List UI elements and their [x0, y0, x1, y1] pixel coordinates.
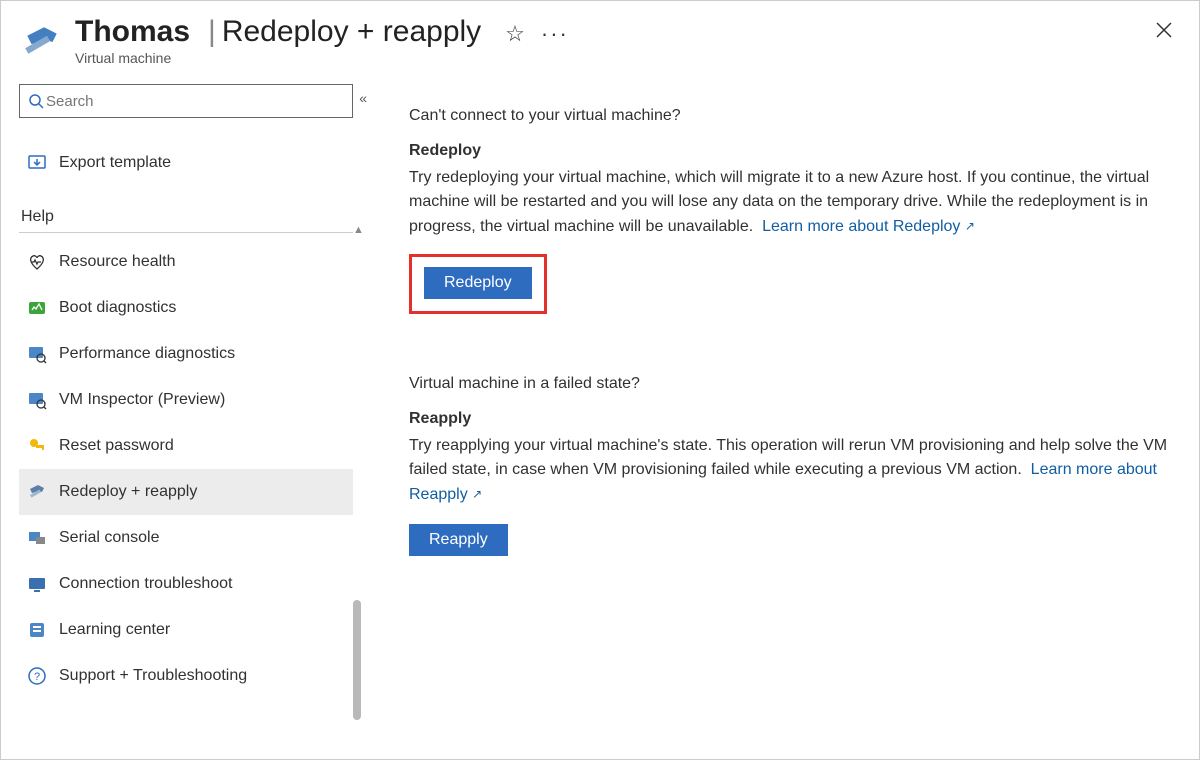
sidebar-item-label: Redeploy + reapply: [59, 483, 197, 501]
external-link-icon: ↗: [965, 219, 975, 233]
redeploy-heading: Redeploy: [409, 139, 1171, 164]
favorite-star-icon[interactable]: ☆: [505, 21, 525, 47]
search-input[interactable]: [44, 92, 344, 111]
external-link-icon: ↗: [472, 487, 482, 501]
scroll-up-arrow-icon[interactable]: ▲: [353, 224, 364, 236]
hammer-small-icon: [27, 482, 47, 502]
sidebar-item-redeploy-reapply[interactable]: Redeploy + reapply: [19, 469, 353, 515]
sidebar-scrollbar[interactable]: ▲: [351, 224, 363, 750]
reapply-paragraph: Try reapplying your virtual machine's st…: [409, 434, 1171, 508]
sidebar-item-label: Connection troubleshoot: [59, 575, 232, 593]
sidebar-item-label: VM Inspector (Preview): [59, 391, 225, 409]
sidebar-item-serial-console[interactable]: Serial console: [19, 515, 353, 561]
book-icon: [27, 620, 47, 640]
sidebar-item-reset-password[interactable]: Reset password: [19, 423, 353, 469]
reapply-button[interactable]: Reapply: [409, 524, 508, 556]
sidebar-item-label: Boot diagnostics: [59, 299, 176, 317]
sidebar-item-connection-troubleshoot[interactable]: Connection troubleshoot: [19, 561, 353, 607]
sidebar-item-label: Performance diagnostics: [59, 345, 235, 363]
sidebar-item-label: Export template: [59, 154, 171, 172]
collapse-sidebar-icon[interactable]: «: [359, 90, 367, 106]
redeploy-button[interactable]: Redeploy: [424, 267, 532, 299]
close-button[interactable]: [1153, 19, 1175, 41]
sidebar-item-label: Learning center: [59, 621, 170, 639]
serial-console-icon: [27, 528, 47, 548]
sidebar-section-help: Help: [21, 208, 353, 226]
reapply-question: Virtual machine in a failed state?: [409, 372, 1171, 397]
vm-name: Thomas: [75, 15, 190, 48]
content-pane: Can't connect to your virtual machine? R…: [361, 74, 1199, 760]
boot-diagnostics-icon: [27, 298, 47, 318]
vm-inspector-icon: [27, 390, 47, 410]
sidebar-item-support-troubleshooting[interactable]: ? Support + Troubleshooting: [19, 653, 353, 699]
redeploy-paragraph: Try redeploying your virtual machine, wh…: [409, 166, 1171, 240]
title-separator: |: [208, 15, 216, 49]
help-circle-icon: ?: [27, 666, 47, 686]
blade-header: Thomas Virtual machine | Redeploy + reap…: [1, 1, 1199, 74]
redeploy-learn-more-link[interactable]: Learn more about Redeploy ↗: [762, 218, 975, 235]
export-template-icon: [27, 153, 47, 173]
heart-pulse-icon: [27, 252, 47, 272]
more-ellipsis-icon[interactable]: ···: [541, 21, 569, 47]
svg-text:?: ?: [34, 671, 40, 683]
search-input-wrap[interactable]: [19, 84, 353, 118]
redeploy-question: Can't connect to your virtual machine?: [409, 104, 1171, 129]
sidebar-item-performance-diagnostics[interactable]: Performance diagnostics: [19, 331, 353, 377]
scroll-thumb[interactable]: [353, 600, 361, 720]
vm-type: Virtual machine: [75, 50, 190, 66]
sidebar-item-label: Serial console: [59, 529, 160, 547]
hammer-icon: [21, 21, 63, 63]
sidebar-item-learning-center[interactable]: Learning center: [19, 607, 353, 653]
search-icon: [28, 93, 44, 109]
sidebar-item-vm-inspector[interactable]: VM Inspector (Preview): [19, 377, 353, 423]
sidebar: « Export template Help Resource health B…: [1, 74, 361, 760]
redeploy-highlight-box: Redeploy: [409, 254, 547, 314]
performance-diagnostics-icon: [27, 344, 47, 364]
key-icon: [27, 436, 47, 456]
sidebar-item-boot-diagnostics[interactable]: Boot diagnostics: [19, 285, 353, 331]
sidebar-item-label: Reset password: [59, 437, 174, 455]
sidebar-item-label: Resource health: [59, 253, 176, 271]
sidebar-item-export-template[interactable]: Export template: [19, 140, 353, 186]
divider: [19, 232, 353, 233]
sidebar-item-label: Support + Troubleshooting: [59, 667, 247, 685]
reapply-heading: Reapply: [409, 407, 1171, 432]
page-title: Redeploy + reapply: [222, 15, 481, 49]
connection-troubleshoot-icon: [27, 574, 47, 594]
sidebar-item-resource-health[interactable]: Resource health: [19, 239, 353, 285]
